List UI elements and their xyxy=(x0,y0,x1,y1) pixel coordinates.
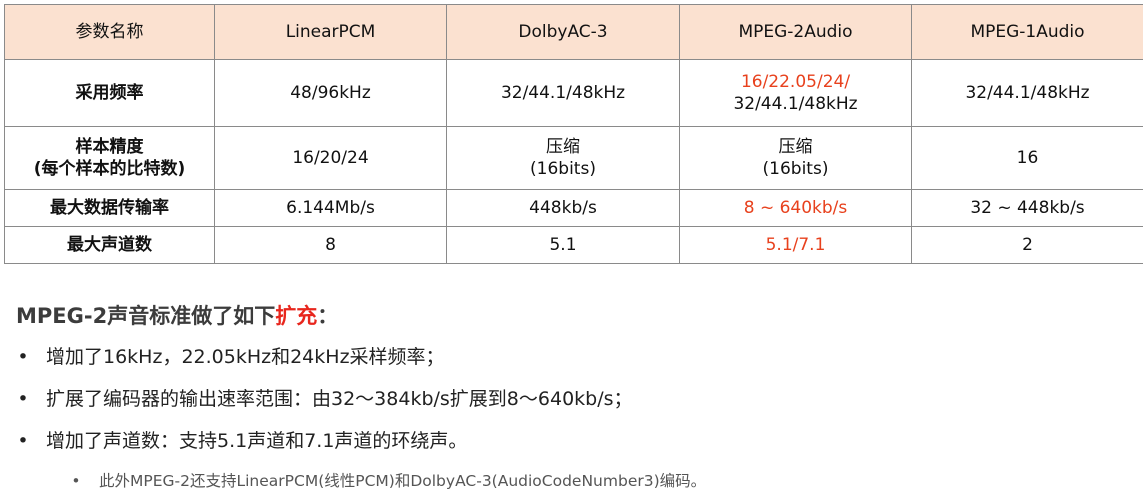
cell-text: 2 xyxy=(1022,235,1033,255)
list-item-text: 扩展了编码器的输出速率范围：由32～384kb/s扩展到8～640kb/s； xyxy=(46,388,633,410)
cell-text: 48/96kHz xyxy=(290,83,371,103)
header-dolbyac3: DolbyAC-3 xyxy=(446,4,680,60)
bullet-icon: • xyxy=(17,388,29,410)
cell-text: 32/44.1/48kHz xyxy=(733,94,858,114)
cell-text: 16/20/24 xyxy=(292,148,369,168)
header-mpeg1audio: MPEG-1Audio xyxy=(911,4,1143,60)
table-cell: 32/44.1/48kHz xyxy=(446,59,680,127)
cell-text-highlight: 5.1/7.1 xyxy=(765,235,826,255)
sub-list-item-text: 此外MPEG-2还支持LinearPCM(线性PCM)和DolbyAC-3(Au… xyxy=(99,472,707,490)
table-row-sampling-rate: 采用频率 48/96kHz 32/44.1/48kHz 16/22.05/24/… xyxy=(4,59,1143,127)
table-cell: 448kb/s xyxy=(446,189,680,227)
table-row-sample-precision: 样本精度 (每个样本的比特数) 16/20/24 压缩 (16bits) 压缩 … xyxy=(4,126,1143,190)
section-title-suffix: ： xyxy=(317,304,339,328)
row-label: 最大数据传输率 xyxy=(4,189,215,227)
row-label-text: 样本精度 xyxy=(75,137,144,157)
mpeg2-extensions-section: MPEG-2声音标准做了如下扩充： • 增加了16kHz，22.05kHz和24k… xyxy=(16,302,1136,492)
table-cell: 16 xyxy=(911,126,1143,190)
cell-text-highlight: 8 ~ 640kb/s xyxy=(743,198,848,218)
cell-text: 压缩 xyxy=(778,137,813,157)
row-label: 样本精度 (每个样本的比特数) xyxy=(4,126,215,190)
cell-text: 16 xyxy=(1016,148,1039,168)
cell-text: 32 ~ 448kb/s xyxy=(970,198,1085,218)
table-cell: 5.1 xyxy=(446,226,680,264)
row-label: 最大声道数 xyxy=(4,226,215,264)
row-label-subtext: (每个样本的比特数) xyxy=(33,159,186,179)
bullet-icon: • xyxy=(17,346,29,368)
sub-list-item: • 此外MPEG-2还支持LinearPCM(线性PCM)和DolbyAC-3(A… xyxy=(69,470,1136,492)
row-label-text: 采用频率 xyxy=(75,83,144,103)
section-title-accent: 扩充 xyxy=(275,304,318,328)
table-cell: 48/96kHz xyxy=(214,59,447,127)
row-label-text: 最大声道数 xyxy=(67,235,152,255)
list-item-text: 增加了声道数：支持5.1声道和7.1声道的环绕声。 xyxy=(46,430,468,452)
row-label-text: 最大数据传输率 xyxy=(50,198,169,218)
cell-text: (16bits) xyxy=(530,159,596,179)
cell-text-highlight: 16/22.05/24/ xyxy=(740,72,851,92)
table-cell: 32 ~ 448kb/s xyxy=(911,189,1143,227)
cell-text: 32/44.1/48kHz xyxy=(965,83,1090,103)
list-item: • 增加了16kHz，22.05kHz和24kHz采样频率； xyxy=(16,344,1136,370)
section-title: MPEG-2声音标准做了如下扩充： xyxy=(16,302,1136,330)
cell-text: 32/44.1/48kHz xyxy=(500,83,626,103)
table-cell: 6.144Mb/s xyxy=(214,189,447,227)
cell-text: 5.1 xyxy=(549,235,577,255)
table-header-row: 参数名称 LinearPCM DolbyAC-3 MPEG-2Audio MPE… xyxy=(4,4,1143,60)
bullet-icon: • xyxy=(17,430,29,452)
cell-text: 8 xyxy=(325,235,336,255)
table-cell: 8 xyxy=(214,226,447,264)
bullet-icon: • xyxy=(71,472,81,490)
header-linearpcm: LinearPCM xyxy=(214,4,447,60)
table-row-max-data-rate: 最大数据传输率 6.144Mb/s 448kb/s 8 ~ 640kb/s 32… xyxy=(4,189,1143,227)
table-cell: 32/44.1/48kHz xyxy=(911,59,1143,127)
header-mpeg2audio: MPEG-2Audio xyxy=(679,4,912,60)
audio-standards-table: 参数名称 LinearPCM DolbyAC-3 MPEG-2Audio MPE… xyxy=(4,4,1143,264)
extension-list: • 增加了16kHz，22.05kHz和24kHz采样频率； • 扩展了编码器的输出… xyxy=(16,344,1136,454)
section-title-prefix: MPEG-2声音标准做了如下 xyxy=(16,304,276,328)
table-cell: 16/22.05/24/ 32/44.1/48kHz xyxy=(679,59,912,127)
table-cell: 压缩 (16bits) xyxy=(446,126,680,190)
table-cell: 8 ~ 640kb/s xyxy=(679,189,912,227)
list-item-text: 增加了16kHz，22.05kHz和24kHz采样频率； xyxy=(46,346,445,368)
table-cell: 16/20/24 xyxy=(214,126,447,190)
cell-text: (16bits) xyxy=(762,159,829,179)
cell-text: 448kb/s xyxy=(529,198,597,218)
cell-text: 6.144Mb/s xyxy=(286,198,375,218)
header-param-name: 参数名称 xyxy=(4,4,215,60)
list-item: • 扩展了编码器的输出速率范围：由32～384kb/s扩展到8～640kb/s； xyxy=(16,386,1136,412)
list-item: • 增加了声道数：支持5.1声道和7.1声道的环绕声。 xyxy=(16,428,1136,454)
table-cell: 2 xyxy=(911,226,1143,264)
table-cell: 压缩 (16bits) xyxy=(679,126,912,190)
row-label: 采用频率 xyxy=(4,59,215,127)
table-cell: 5.1/7.1 xyxy=(679,226,912,264)
cell-text: 压缩 xyxy=(546,137,580,157)
table-row-max-channels: 最大声道数 8 5.1 5.1/7.1 2 xyxy=(4,226,1143,264)
